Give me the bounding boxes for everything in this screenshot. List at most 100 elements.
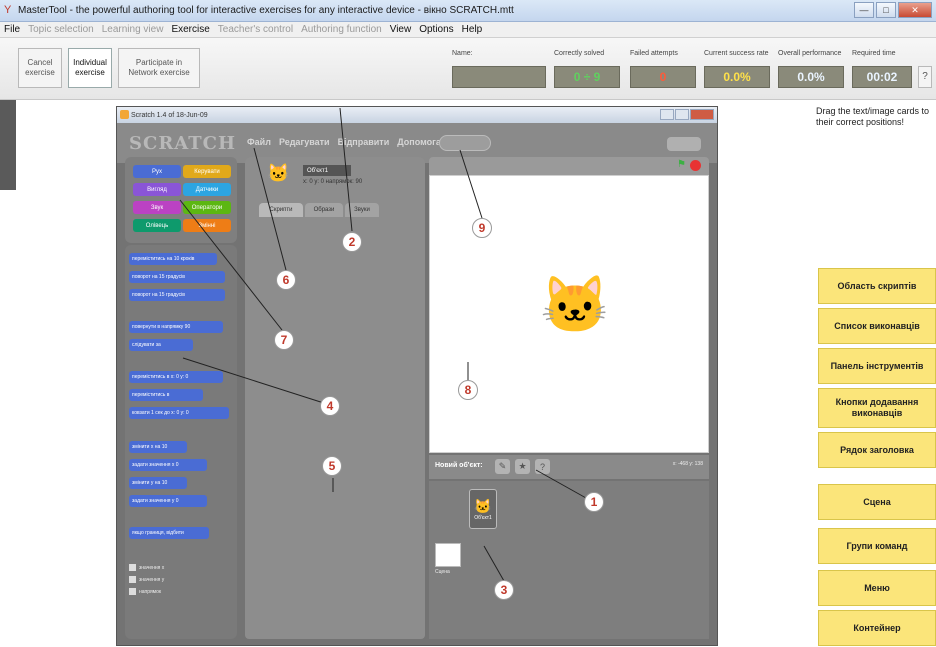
time-label: Required time: [852, 50, 896, 57]
network-exercise-button[interactable]: Participate in Network exercise: [118, 48, 200, 88]
tab-scripts: Скрипти: [259, 203, 303, 217]
callout-marker-8: 8: [458, 380, 478, 400]
card-block-categories[interactable]: Групи команд: [818, 528, 936, 564]
cat-sprite-icon: 🐱: [540, 273, 610, 336]
window-title: MasterTool - the powerful authoring tool…: [18, 5, 514, 16]
menu-topic-selection[interactable]: Topic selection: [28, 24, 94, 35]
close-button[interactable]: ✕: [898, 2, 932, 18]
category-sensing: Датчики: [183, 183, 231, 196]
random-sprite-icon: ?: [535, 459, 550, 474]
toolbar: Cancel exercise Individual exercise Part…: [0, 38, 936, 100]
callout-marker-4: 4: [320, 396, 340, 416]
block-go-to: переміститись в: [129, 389, 203, 401]
stage-thumbnail-label: Сцена: [435, 569, 450, 575]
scratch-title-bar: Scratch 1.4 of 18-Jun-09: [117, 107, 717, 123]
card-menu[interactable]: Меню: [818, 570, 936, 606]
block-bounce: якщо границя, відбити: [129, 527, 209, 539]
scratch-window: Scratch 1.4 of 18-Jun-09 SCRATCH Файл Ре…: [116, 106, 718, 646]
card-scripts-area[interactable]: Область скриптів: [818, 268, 936, 304]
card-add-sprite-buttons[interactable]: Кнопки додавання виконавців: [818, 388, 936, 428]
checkbox-y-label: значення y: [139, 576, 165, 583]
scratch-maximize-icon: [675, 109, 689, 120]
sprite-list: 🐱 Об'єкт1 Сцена: [429, 481, 709, 639]
menu-authoring-function[interactable]: Authoring function: [301, 24, 382, 35]
stage-thumbnail: [435, 543, 461, 567]
name-label: Name:: [452, 50, 473, 57]
new-sprite-label: Новий об'єкт:: [435, 462, 483, 469]
scratch-window-controls: [660, 109, 714, 120]
individual-exercise-button[interactable]: Individual exercise: [68, 48, 112, 88]
choose-sprite-icon: ★: [515, 459, 530, 474]
card-stage[interactable]: Сцена: [818, 484, 936, 520]
category-operators: Оператори: [183, 201, 231, 214]
menu-teachers-control[interactable]: Teacher's control: [218, 24, 293, 35]
category-sound: Звук: [133, 201, 181, 214]
cat-sprite-icon: 🐱: [267, 163, 290, 183]
sprite-list-item-label: Об'єкт1: [474, 514, 492, 521]
checkbox-x-position: значення x: [129, 563, 164, 572]
stage: 🐱: [429, 175, 709, 453]
menu-exercise[interactable]: Exercise: [171, 24, 209, 35]
block-point-direction: повернути в напрямку 90: [129, 321, 223, 333]
callout-marker-5: 5: [322, 456, 342, 476]
block-set-x: задати значення x 0: [129, 459, 207, 471]
failed-value: 0: [630, 66, 696, 88]
minimize-button[interactable]: —: [854, 2, 874, 18]
app-icon: Y: [4, 4, 12, 16]
overall-label: Overall performance: [778, 50, 842, 57]
block-point-towards: слідувати за: [129, 339, 193, 351]
block-go-to-xy: переміститись в x: 0 y: 0: [129, 371, 223, 383]
checkbox-y-position: значення y: [129, 575, 164, 584]
category-control: Керувати: [183, 165, 231, 178]
checkbox-direction-label: напрямок: [139, 588, 162, 595]
block-move: переміститись на 10 кроків: [129, 253, 217, 265]
menu-bar: File Topic selection Learning view Exerc…: [0, 22, 936, 38]
block-turn-left: поворот на 15 градусів: [129, 289, 225, 301]
correct-label: Correctly solved: [554, 50, 605, 57]
scratch-view-mode-buttons: [667, 137, 701, 151]
block-change-x: змінити x на 10: [129, 441, 187, 453]
menu-options[interactable]: Options: [419, 24, 453, 35]
success-label: Current success rate: [704, 50, 769, 57]
scratch-menu-share: Відправити: [337, 137, 390, 147]
cancel-exercise-button[interactable]: Cancel exercise: [18, 48, 62, 88]
block-glide: ковзати 1 сек до x: 0 y: 0: [129, 407, 229, 419]
blocks-palette: переміститись на 10 кроків поворот на 15…: [125, 245, 237, 639]
callout-marker-3: 3: [494, 580, 514, 600]
green-flag-icon: ⚑: [677, 159, 686, 170]
block-change-y: змінити y на 10: [129, 477, 187, 489]
menu-view[interactable]: View: [390, 24, 412, 35]
callout-marker-6: 6: [276, 270, 296, 290]
sprite-name-field: Об'єкт1: [303, 165, 351, 176]
menu-learning-view[interactable]: Learning view: [102, 24, 164, 35]
help-icon[interactable]: ?: [918, 66, 932, 88]
sprite-info-panel: 🐱 Об'єкт1 x: 0 y: 0 напрямок: 90 Скрипти…: [245, 157, 425, 219]
category-pen: Олівець: [133, 219, 181, 232]
scripts-area: [245, 219, 425, 639]
menu-file[interactable]: File: [4, 24, 20, 35]
card-toolbar[interactable]: Панель інструментів: [818, 348, 936, 384]
maximize-button[interactable]: □: [876, 2, 896, 18]
checkbox-direction: напрямок: [129, 587, 161, 596]
checkbox-x-label: значення x: [139, 564, 165, 571]
sprite-coordinates: x: 0 y: 0 напрямок: 90: [303, 179, 363, 185]
window-controls: — □ ✕: [854, 2, 932, 18]
card-sprite-list[interactable]: Список виконавців: [818, 308, 936, 344]
block-turn-right: поворот на 15 градусів: [129, 271, 225, 283]
card-container[interactable]: Контейнер: [818, 610, 936, 646]
card-title-bar[interactable]: Рядок заголовка: [818, 432, 936, 468]
stage-toolbar: ⚑: [429, 157, 709, 175]
scratch-menu-file: Файл: [247, 137, 271, 147]
tab-costumes: Образи: [305, 203, 343, 217]
scratch-close-icon: [690, 109, 714, 120]
callout-marker-9: 9: [472, 218, 492, 238]
block-categories: Рух Керувати Вигляд Датчики Звук Операто…: [125, 157, 237, 243]
menu-help[interactable]: Help: [462, 24, 483, 35]
mouse-coordinates: x: -468 y: 138: [672, 461, 703, 467]
overall-value: 0.0%: [778, 66, 844, 88]
stop-icon: [690, 160, 701, 171]
scratch-menu-help: Допомога: [397, 137, 441, 147]
time-value: 00:02: [852, 66, 912, 88]
callout-marker-2: 2: [342, 232, 362, 252]
scratch-app-icon: [120, 110, 129, 119]
